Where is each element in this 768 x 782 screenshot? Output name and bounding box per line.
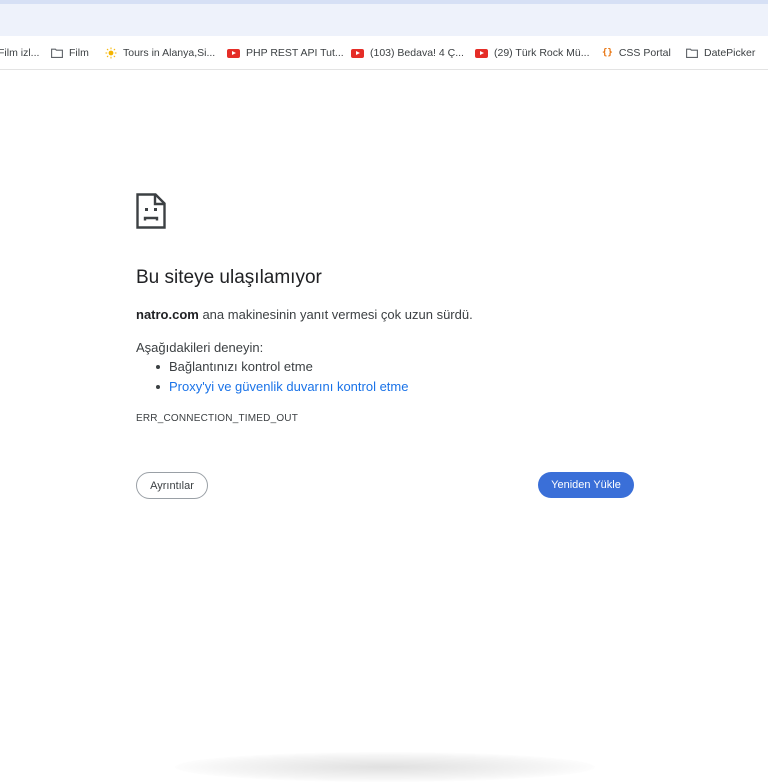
- bookmark-label: PHP REST API Tut...: [246, 47, 344, 59]
- bottom-shadow: [175, 752, 595, 782]
- youtube-icon: [227, 48, 240, 58]
- suggestion-check-connection: Bağlantınızı kontrol etme: [155, 359, 408, 379]
- suggestions-list: Bağlantınızı kontrol etme Proxy'yi ve gü…: [155, 359, 408, 399]
- bookmarks-bar: Film izl... Film Tours in Alanya,Si... P…: [0, 36, 768, 70]
- error-description-text: ana makinesinin yanıt vermesi çok uzun s…: [198, 307, 473, 322]
- bookmark-film-izle[interactable]: Film izl...: [0, 44, 39, 62]
- bookmark-tours-alanya[interactable]: Tours in Alanya,Si...: [105, 44, 215, 62]
- error-description: natro.com ana makinesinin yanıt vermesi …: [136, 307, 473, 322]
- bookmark-php-rest-api[interactable]: PHP REST API Tut...: [227, 44, 344, 62]
- reload-button[interactable]: Yeniden Yükle: [538, 472, 634, 498]
- suggestion-check-proxy-firewall-link[interactable]: Proxy'yi ve güvenlik duvarını kontrol et…: [155, 379, 408, 399]
- sad-document-icon: [136, 193, 166, 229]
- bookmark-label: Tours in Alanya,Si...: [123, 47, 216, 59]
- bookmark-css-portal[interactable]: {} CSS Portal: [602, 44, 671, 62]
- details-button[interactable]: Ayrıntılar: [136, 472, 208, 499]
- bookmark-label: DatePicker: [704, 47, 756, 59]
- bookmark-datepicker-folder[interactable]: DatePicker: [686, 44, 755, 62]
- folder-icon: [51, 48, 63, 58]
- youtube-icon: [351, 48, 364, 58]
- bookmark-film-folder[interactable]: Film: [51, 44, 89, 62]
- bookmark-turk-rock[interactable]: (29) Türk Rock Mü...: [475, 44, 590, 62]
- folder-icon: [686, 48, 698, 58]
- youtube-icon: [475, 48, 488, 58]
- bookmark-bedava[interactable]: (103) Bedava! 4 Ç...: [351, 44, 464, 62]
- bookmark-label: Film: [69, 47, 89, 59]
- css-portal-icon: {}: [602, 48, 613, 58]
- error-title: Bu siteye ulaşılamıyor: [136, 267, 322, 288]
- try-label: Aşağıdakileri deneyin:: [136, 340, 264, 355]
- bookmark-label: CSS Portal: [618, 47, 671, 59]
- bookmark-label: (29) Türk Rock Mü...: [494, 47, 590, 59]
- browser-address-area: [0, 4, 768, 36]
- error-code: ERR_CONNECTION_TIMED_OUT: [136, 413, 299, 424]
- bookmark-label: (103) Bedava! 4 Ç...: [370, 47, 464, 59]
- sun-favicon-icon: [105, 47, 117, 59]
- error-host: natro.com: [136, 307, 199, 322]
- bookmark-label: Film izl...: [0, 47, 40, 59]
